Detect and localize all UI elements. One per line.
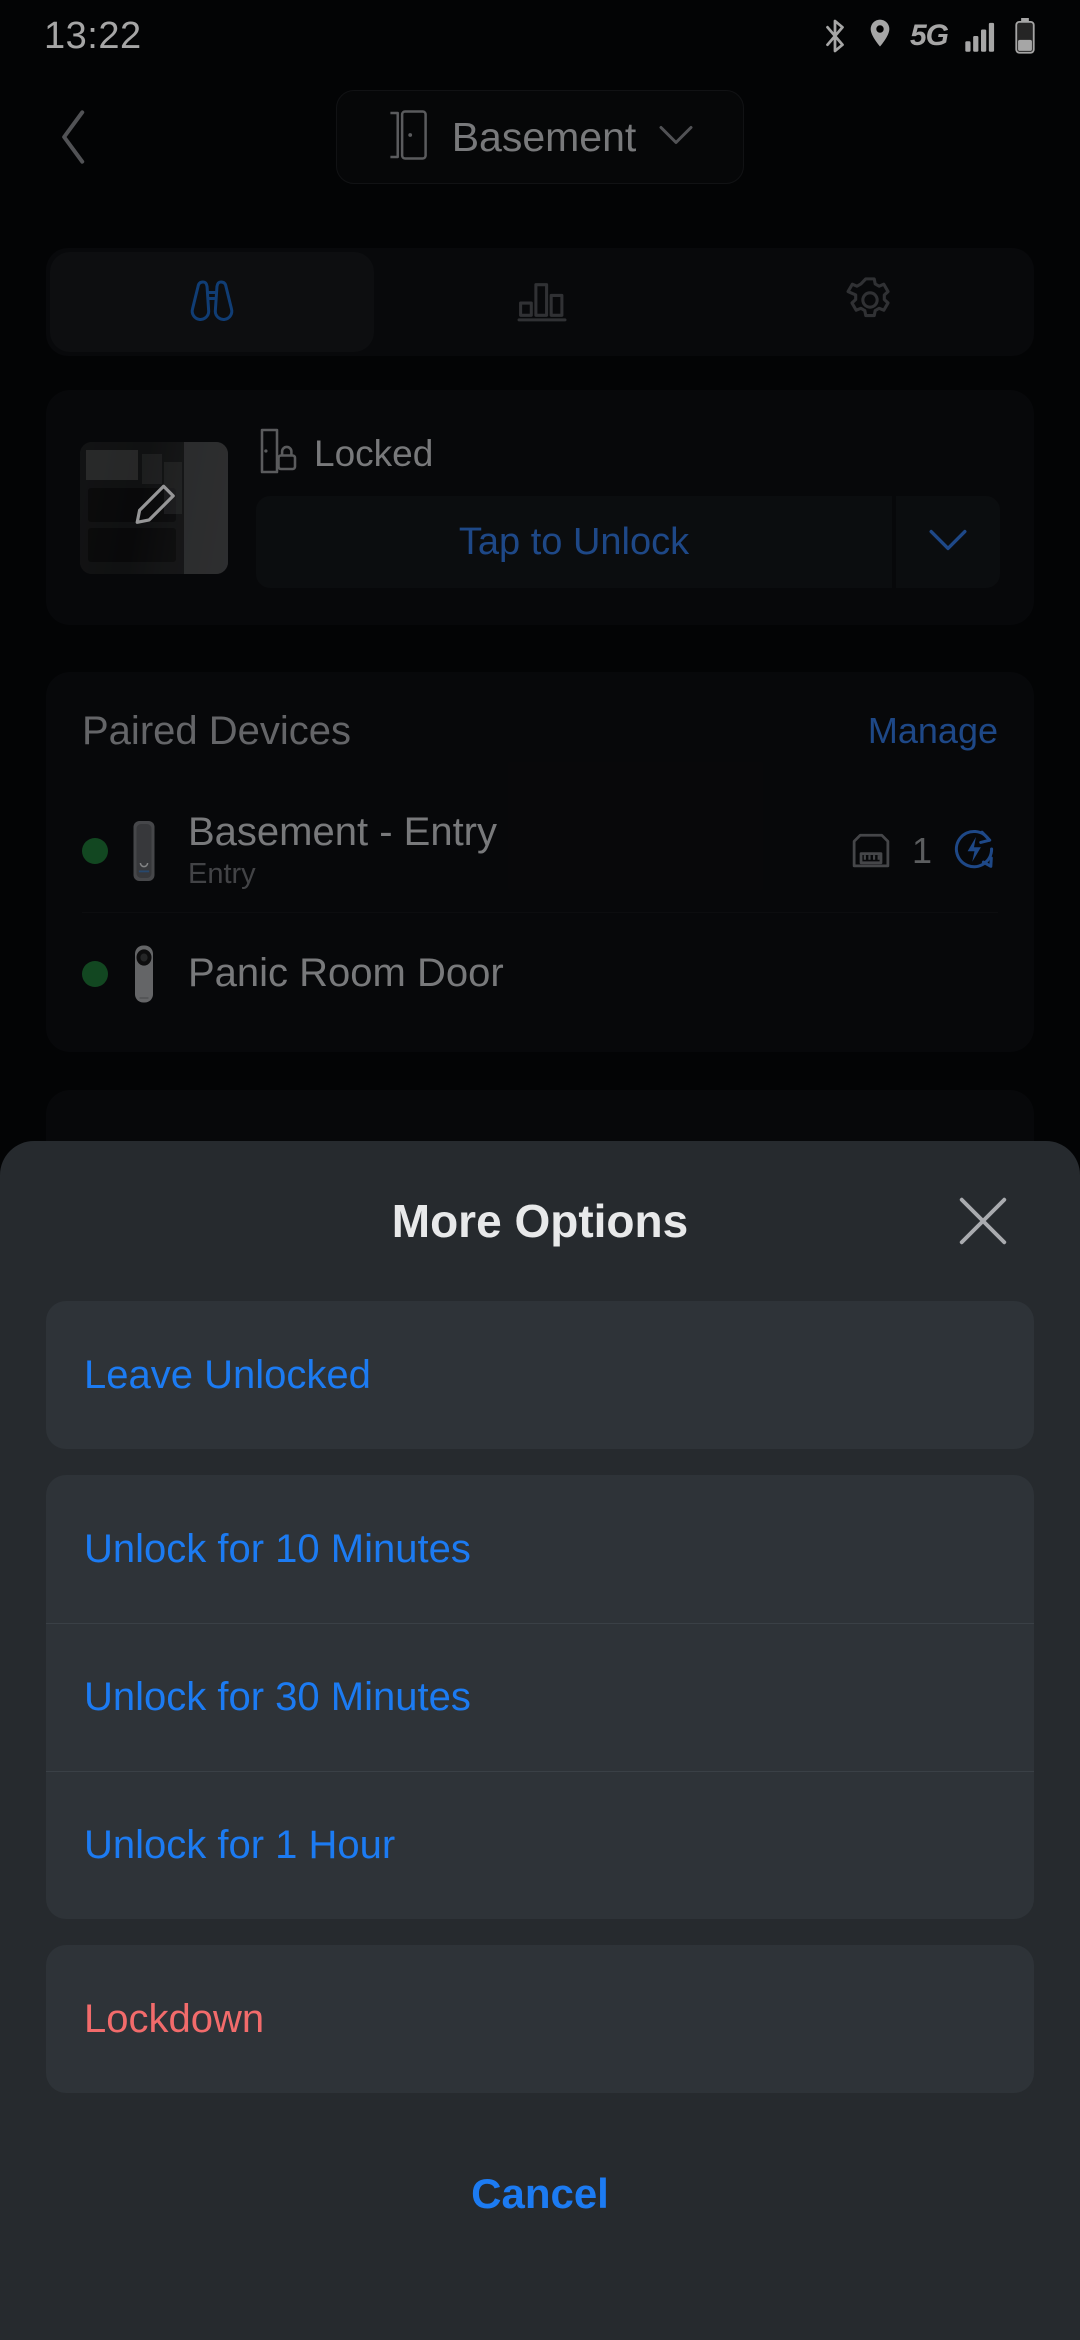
- option-unlock-30-minutes[interactable]: Unlock for 30 Minutes: [46, 1623, 1034, 1771]
- more-options-sheet: More Options Leave Unlocked Unlock for 1…: [0, 1141, 1080, 2340]
- option-unlock-10-minutes[interactable]: Unlock for 10 Minutes: [46, 1475, 1034, 1623]
- close-icon[interactable]: [948, 1186, 1018, 1256]
- option-group-timed-unlock: Unlock for 10 Minutes Unlock for 30 Minu…: [46, 1475, 1034, 1919]
- sheet-header: More Options: [0, 1141, 1080, 1301]
- cancel-button[interactable]: Cancel: [0, 2119, 1080, 2269]
- option-leave-unlocked[interactable]: Leave Unlocked: [46, 1301, 1034, 1449]
- app-screen: 13:22 5G Basement Locked Tap to Unlock P…: [0, 0, 1080, 2340]
- option-unlock-1-hour[interactable]: Unlock for 1 Hour: [46, 1771, 1034, 1919]
- sheet-title: More Options: [391, 1195, 689, 1247]
- option-lockdown[interactable]: Lockdown: [46, 1945, 1034, 2093]
- option-group-lockdown: Lockdown: [46, 1945, 1034, 2093]
- option-group-leave-unlocked: Leave Unlocked: [46, 1301, 1034, 1449]
